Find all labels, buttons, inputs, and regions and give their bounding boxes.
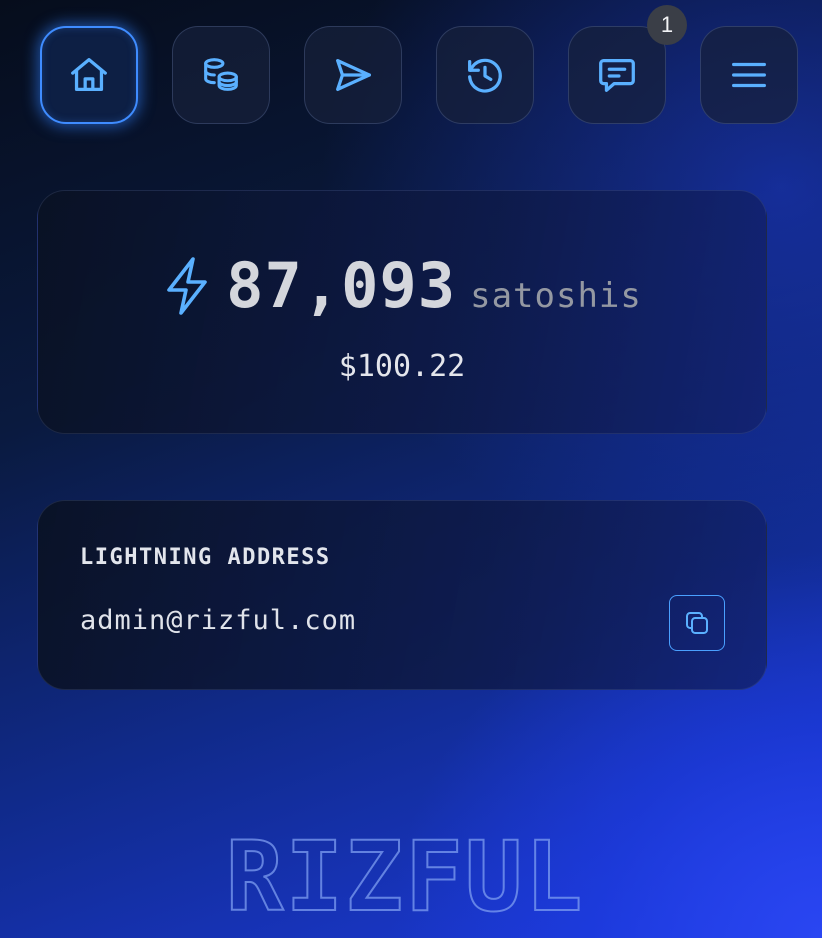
lightning-address-card: LIGHTNING ADDRESS admin@rizful.com	[37, 500, 767, 690]
home-icon	[71, 58, 107, 92]
logo-text: RIZFUL	[226, 828, 585, 920]
nav-send-button[interactable]	[304, 26, 402, 124]
balance-row: 87,093 satoshis	[38, 249, 766, 322]
balance-amount: 87,093	[226, 249, 457, 322]
copy-address-button[interactable]	[669, 595, 725, 651]
coins-icon	[204, 58, 238, 91]
balance-card: 87,093 satoshis $100.22	[37, 190, 767, 434]
send-icon	[336, 58, 371, 92]
lightning-address-value[interactable]: admin@rizful.com	[80, 605, 356, 636]
nav-messages-button[interactable]: 1	[568, 5, 687, 124]
lightning-bolt-icon	[167, 256, 207, 315]
message-icon	[599, 58, 635, 92]
top-nav: 1	[40, 5, 800, 126]
nav-history-button[interactable]	[436, 26, 534, 124]
history-icon	[468, 58, 502, 93]
lightning-address-label: LIGHTNING ADDRESS	[80, 545, 331, 570]
balance-unit: satoshis	[470, 276, 642, 316]
rizful-logo: RIZFUL	[225, 828, 585, 920]
nav-coins-button[interactable]	[172, 26, 270, 124]
fiat-balance: $100.22	[338, 349, 466, 384]
hamburger-menu-icon	[732, 62, 766, 88]
nav-menu-button[interactable]	[700, 26, 798, 124]
copy-icon	[686, 612, 708, 634]
notification-badge: 1	[647, 5, 687, 45]
nav-home-button[interactable]	[40, 26, 138, 124]
